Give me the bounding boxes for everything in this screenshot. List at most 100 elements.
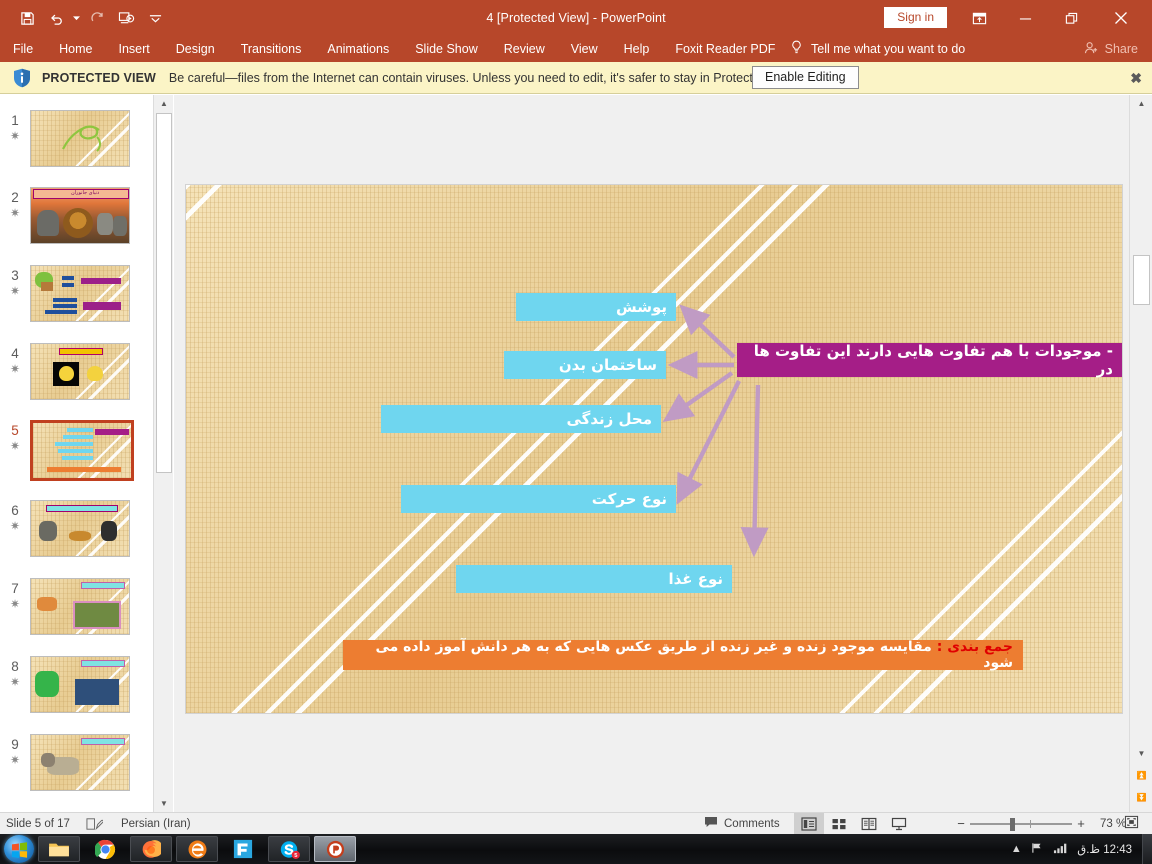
show-desktop-button[interactable]: [1142, 834, 1152, 864]
tell-me-search[interactable]: Tell me what you want to do: [790, 36, 965, 62]
slide-summary-box[interactable]: جمع بندی : مقایسه موجود زنده و غیر زنده …: [343, 639, 1023, 671]
slide-thumbnail-panel[interactable]: 1 ✷ 2 ✷ دنیای جانوران 3 ✷ 4 ✷ 5 ✷ 6 ✷ 7 …: [0, 95, 153, 812]
zoom-out-button[interactable]: −: [952, 816, 970, 831]
slide-title-box[interactable]: - موجودات با هم تفاوت هایی دارند این تفا…: [737, 342, 1122, 378]
tab-view[interactable]: View: [558, 36, 611, 62]
redo-icon[interactable]: [84, 5, 110, 31]
slide-scroll-up-icon[interactable]: ▲: [1132, 95, 1151, 112]
next-slide-icon[interactable]: ⏬: [1132, 789, 1151, 806]
thumbnail-scrollbar-thumb[interactable]: [156, 113, 172, 473]
undo-icon[interactable]: [43, 5, 69, 31]
sign-in-button[interactable]: Sign in: [884, 7, 947, 28]
start-from-beginning-icon[interactable]: [113, 5, 139, 31]
slide-item-box-1[interactable]: پوشش: [516, 293, 676, 321]
thumbnail-image[interactable]: [30, 500, 130, 557]
language-indicator[interactable]: Persian (Iran): [121, 818, 191, 830]
thumbnail-number: 5: [11, 423, 19, 438]
zoom-slider[interactable]: [970, 817, 1072, 831]
thumbnail-image[interactable]: [30, 265, 130, 322]
firefox-icon[interactable]: [130, 836, 172, 862]
thumbnail-slide-8[interactable]: 8 ✷: [0, 656, 153, 713]
view-buttons: [794, 813, 914, 834]
slide-item-box-4[interactable]: نوع حرکت: [401, 485, 676, 513]
slide-item-box-5[interactable]: نوع غذا: [456, 565, 732, 593]
protected-view-message: Be careful—files from the Internet can c…: [168, 70, 800, 85]
tab-home[interactable]: Home: [46, 36, 105, 62]
ribbon-tabs: File Home Insert Design Transitions Anim…: [0, 36, 788, 62]
notes-icon[interactable]: [86, 817, 103, 831]
slide-item-text: نوع غذا: [668, 570, 723, 588]
thumbnail-image[interactable]: [30, 110, 130, 167]
thumbnail-panel-scrollbar[interactable]: ▲ ▼: [153, 95, 173, 812]
network-icon[interactable]: [1027, 842, 1049, 857]
thumbnail-slide-9[interactable]: 9 ✷: [0, 734, 153, 791]
slide-scroll-down-icon[interactable]: ▼: [1132, 745, 1151, 762]
google-chrome-icon[interactable]: [84, 836, 126, 862]
start-button-icon[interactable]: [4, 835, 34, 863]
slide-summary-text: جمع بندی : مقایسه موجود زنده و غیر زنده …: [353, 639, 1013, 671]
slide-sorter-view-button[interactable]: [824, 813, 854, 834]
tab-animations[interactable]: Animations: [314, 36, 402, 62]
customize-quick-access-toolbar-icon[interactable]: [142, 5, 168, 31]
slide-scrollbar-thumb[interactable]: [1133, 255, 1150, 305]
restore-button[interactable]: [1050, 0, 1092, 36]
close-protected-view-icon[interactable]: ✖: [1130, 70, 1142, 87]
undo-dropdown-icon[interactable]: [72, 5, 81, 31]
thumbnail-number: 9: [11, 737, 19, 752]
tab-insert[interactable]: Insert: [106, 36, 163, 62]
slide-canvas[interactable]: - موجودات با هم تفاوت هایی دارند این تفا…: [186, 185, 1122, 713]
thumbnail-image[interactable]: [30, 656, 130, 713]
normal-view-button[interactable]: [794, 813, 824, 834]
thumbnail-image[interactable]: [30, 734, 130, 791]
thumbnail-number: 3: [11, 268, 19, 283]
thumbnail-image[interactable]: دنیای جانوران: [30, 187, 130, 244]
thumbnail-slide-7[interactable]: 7 ✷: [0, 578, 153, 635]
slide-item-box-2[interactable]: ساختمان بدن: [504, 351, 666, 379]
thumbnail-slide-5[interactable]: 5 ✷: [0, 420, 153, 481]
comments-button[interactable]: Comments: [704, 816, 780, 831]
zoom-slider-handle[interactable]: [1010, 817, 1015, 831]
slide-item-box-3[interactable]: محل زندگی: [381, 405, 661, 433]
slide-show-button[interactable]: [884, 813, 914, 834]
animation-star-icon: ✷: [9, 206, 21, 220]
thumbnail-image[interactable]: [30, 420, 134, 481]
tab-design[interactable]: Design: [163, 36, 228, 62]
reading-view-button[interactable]: [854, 813, 884, 834]
thumbnail-slide-4[interactable]: 4 ✷: [0, 343, 153, 400]
skype-icon[interactable]: 5: [268, 836, 310, 862]
foxit-reader-icon[interactable]: [222, 836, 264, 862]
save-icon[interactable]: [14, 5, 40, 31]
fit-to-window-button[interactable]: [1124, 815, 1139, 832]
tab-file[interactable]: File: [0, 36, 46, 62]
slide-area-scrollbar[interactable]: ▲ ▼ ⏫ ⏬: [1129, 95, 1152, 812]
tab-slide-show[interactable]: Slide Show: [402, 36, 491, 62]
ribbon-display-options-icon[interactable]: [958, 0, 1000, 36]
tab-transitions[interactable]: Transitions: [228, 36, 315, 62]
enable-editing-button[interactable]: Enable Editing: [752, 66, 859, 89]
tab-review[interactable]: Review: [491, 36, 558, 62]
thumbnail-slide-6[interactable]: 6 ✷: [0, 500, 153, 557]
thumbnail-slide-2[interactable]: 2 ✷ دنیای جانوران: [0, 187, 153, 244]
minimize-button[interactable]: [1004, 0, 1046, 36]
tab-foxit-reader-pdf[interactable]: Foxit Reader PDF: [662, 36, 788, 62]
thumbnail-slide-3[interactable]: 3 ✷: [0, 265, 153, 322]
signal-icon[interactable]: [1049, 842, 1071, 857]
animation-star-icon: ✷: [9, 597, 21, 611]
file-explorer-icon[interactable]: [38, 836, 80, 862]
animation-star-icon: ✷: [9, 439, 21, 453]
thumbnail-scroll-down-icon[interactable]: ▼: [155, 795, 173, 812]
zoom-in-button[interactable]: +: [1072, 816, 1090, 831]
thumbnail-scroll-up-icon[interactable]: ▲: [155, 95, 173, 112]
clock[interactable]: 12:43 ظ.ق: [1071, 842, 1142, 856]
tell-me-label: Tell me what you want to do: [811, 42, 966, 56]
thumbnail-slide-1[interactable]: 1 ✷: [0, 110, 153, 167]
internet-explorer-icon[interactable]: [176, 836, 218, 862]
show-hidden-icons-icon[interactable]: ▲: [1005, 843, 1027, 855]
thumbnail-image[interactable]: [30, 578, 130, 635]
tab-help[interactable]: Help: [611, 36, 663, 62]
thumbnail-image[interactable]: [30, 343, 130, 400]
share-button[interactable]: Share: [1084, 36, 1138, 62]
powerpoint-icon[interactable]: [314, 836, 356, 862]
previous-slide-icon[interactable]: ⏫: [1132, 767, 1151, 784]
close-button[interactable]: [1100, 0, 1142, 36]
